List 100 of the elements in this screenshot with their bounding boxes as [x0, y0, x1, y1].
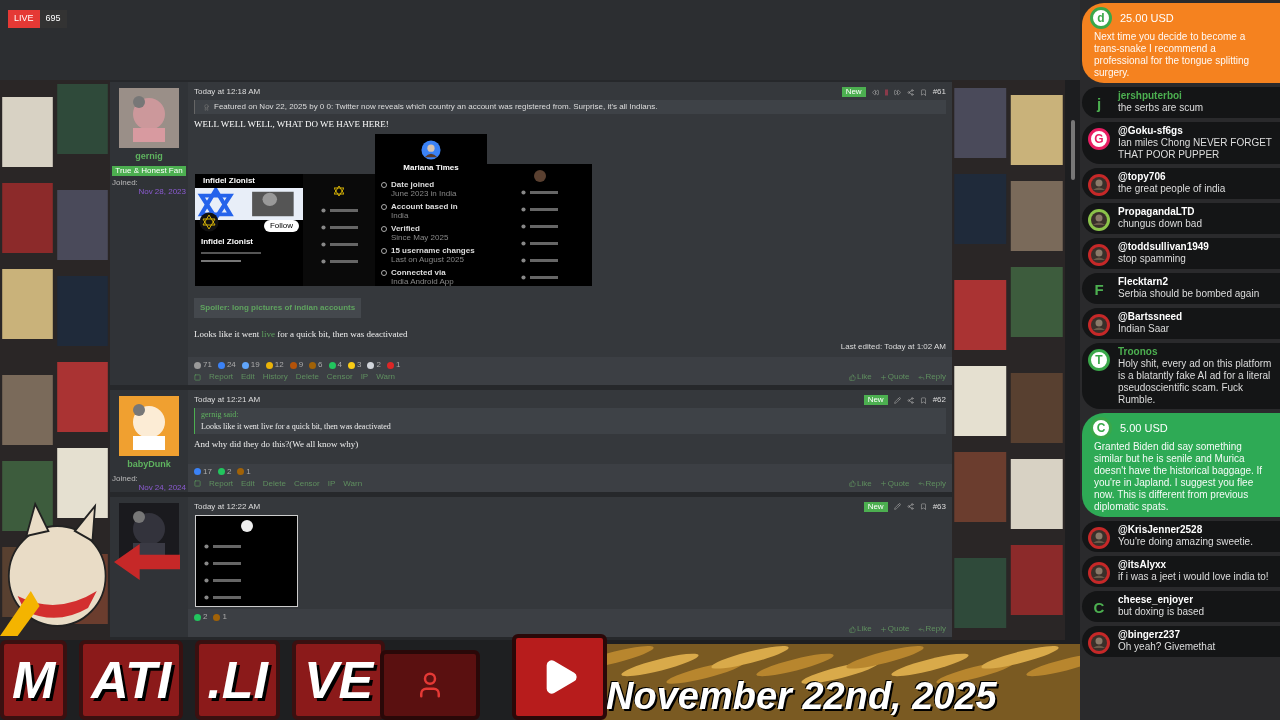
- bookmark-icon[interactable]: [919, 88, 927, 96]
- reaction-icon[interactable]: [367, 361, 375, 369]
- like-icon: [849, 625, 857, 633]
- chat-message: You're doing amazing sweetie.: [1118, 536, 1253, 548]
- post-action-link[interactable]: IP: [327, 477, 336, 490]
- username-link[interactable]: babyDunk: [127, 458, 171, 472]
- select-checkbox[interactable]: [194, 480, 201, 487]
- reaction-count: 24: [226, 359, 236, 371]
- reaction-icon[interactable]: [328, 361, 336, 369]
- reaction-count: 1: [222, 611, 227, 623]
- post-footer-button[interactable]: Like: [849, 623, 872, 635]
- chat-username: @KrisJenner2528: [1118, 524, 1204, 536]
- reply-icon: [917, 625, 925, 633]
- chat-username: cheese_enjoyer: [1118, 594, 1195, 606]
- post-time: Today at 12:22 AM: [194, 500, 261, 513]
- row-icon: [521, 274, 526, 280]
- reaction-count: 12: [274, 359, 284, 371]
- post-action-link[interactable]: History: [262, 371, 288, 383]
- post-footer-button[interactable]: Quote: [879, 623, 910, 635]
- reaction-count: 4: [337, 359, 342, 371]
- reaction-icon[interactable]: [265, 361, 273, 369]
- post-number[interactable]: #62: [932, 394, 946, 406]
- row-icon: [320, 241, 326, 247]
- chat-message: stop spamming: [1118, 253, 1187, 265]
- post-action-link[interactable]: Report: [209, 477, 233, 490]
- logo-letters: ATI: [91, 650, 172, 711]
- post-number[interactable]: #63: [932, 500, 946, 513]
- blurred-text: [530, 207, 558, 211]
- post-footer-button[interactable]: Like: [849, 477, 872, 490]
- reaction-count: 3: [357, 359, 362, 371]
- row-icon: [320, 207, 326, 213]
- row-icon: [381, 225, 387, 232]
- post-footer-button[interactable]: Reply: [917, 623, 946, 635]
- row-icon: [521, 206, 526, 212]
- row-icon: [320, 224, 326, 230]
- reaction-icon[interactable]: [217, 361, 225, 369]
- reaction-icon[interactable]: [241, 361, 249, 369]
- profile-name: Infidel Zionist: [200, 235, 254, 248]
- chat-message: chungus down bad: [1118, 218, 1202, 230]
- row-icon: [204, 543, 209, 549]
- joined-date: Nov 24, 2024: [138, 482, 186, 492]
- quote-author[interactable]: gernig said:: [201, 409, 940, 421]
- spoiler-button[interactable]: Spoiler: long pictures of indian accounts: [194, 297, 362, 318]
- share-icon[interactable]: [906, 88, 914, 96]
- post-number[interactable]: #61: [932, 86, 946, 98]
- select-checkbox[interactable]: [194, 373, 201, 381]
- post-action-link[interactable]: Censor: [326, 371, 353, 383]
- quote-text: Looks like it went live for a quick bit, then was deactivated: [201, 421, 392, 433]
- post-footer-button[interactable]: Reply: [917, 371, 946, 383]
- row-icon: [381, 181, 387, 188]
- bookmark-icon[interactable]: [919, 503, 927, 510]
- chat-username: @topy706: [1118, 171, 1167, 183]
- row-icon: [204, 577, 209, 583]
- chat-username: @toddsullivan1949: [1118, 241, 1209, 253]
- previous-icon[interactable]: [871, 88, 879, 96]
- edit-icon[interactable]: [893, 503, 901, 510]
- reaction-count: 71: [203, 359, 212, 371]
- avatar-letter: j: [1095, 93, 1103, 114]
- donation-amount: 25.00 USD: [1120, 10, 1174, 26]
- reaction-icon[interactable]: [217, 468, 225, 475]
- post-action-link[interactable]: Report: [209, 371, 233, 383]
- next-icon[interactable]: [893, 88, 901, 96]
- profile-row-value: June 2023 in India: [391, 188, 457, 198]
- post-action-link[interactable]: Edit: [241, 477, 255, 490]
- row-icon: [381, 247, 387, 254]
- reaction-icon[interactable]: [194, 468, 201, 475]
- post-footer-button[interactable]: Like: [849, 371, 872, 383]
- reaction-icon[interactable]: [348, 361, 355, 369]
- reaction-count: 1: [395, 359, 401, 371]
- profile-header: Infidel Zionist: [202, 174, 256, 187]
- plus-icon: [879, 373, 887, 381]
- post-footer-button[interactable]: Quote: [879, 477, 910, 490]
- post-action-link[interactable]: Warn: [343, 477, 363, 490]
- post-action-link[interactable]: Warn: [376, 371, 395, 383]
- post-footer-button[interactable]: Quote: [879, 371, 910, 383]
- share-icon[interactable]: [906, 503, 914, 510]
- new-badge: New: [863, 395, 888, 405]
- joined-label: Joined:: [112, 177, 139, 187]
- donation-amount: 5.00 USD: [1120, 420, 1168, 436]
- post-footer-button[interactable]: Reply: [917, 477, 946, 490]
- blurred-text: [329, 242, 358, 246]
- profile-name: Mariana Times: [403, 161, 459, 174]
- blurred-text: [530, 224, 558, 228]
- live-link[interactable]: live: [261, 328, 275, 339]
- share-icon[interactable]: [906, 396, 914, 404]
- avatar-icon: G: [1088, 128, 1110, 150]
- username-link[interactable]: gernig: [135, 150, 163, 164]
- row-icon: [521, 240, 526, 246]
- scrollbar-thumb[interactable]: [1070, 120, 1075, 180]
- edit-icon[interactable]: [893, 396, 901, 404]
- reaction-icon[interactable]: [194, 361, 201, 369]
- award-icon: [203, 103, 210, 111]
- post-action-link[interactable]: Censor: [293, 477, 320, 490]
- post-action-link[interactable]: Delete: [262, 477, 286, 490]
- bookmark-icon[interactable]: [919, 396, 927, 404]
- chat-message: the serbs are scum: [1118, 102, 1204, 114]
- post-action-link[interactable]: Delete: [295, 371, 319, 383]
- user-title-badge: True & Honest Fan: [112, 165, 186, 176]
- post-action-link[interactable]: Edit: [241, 371, 255, 383]
- reaction-icon[interactable]: [194, 613, 201, 621]
